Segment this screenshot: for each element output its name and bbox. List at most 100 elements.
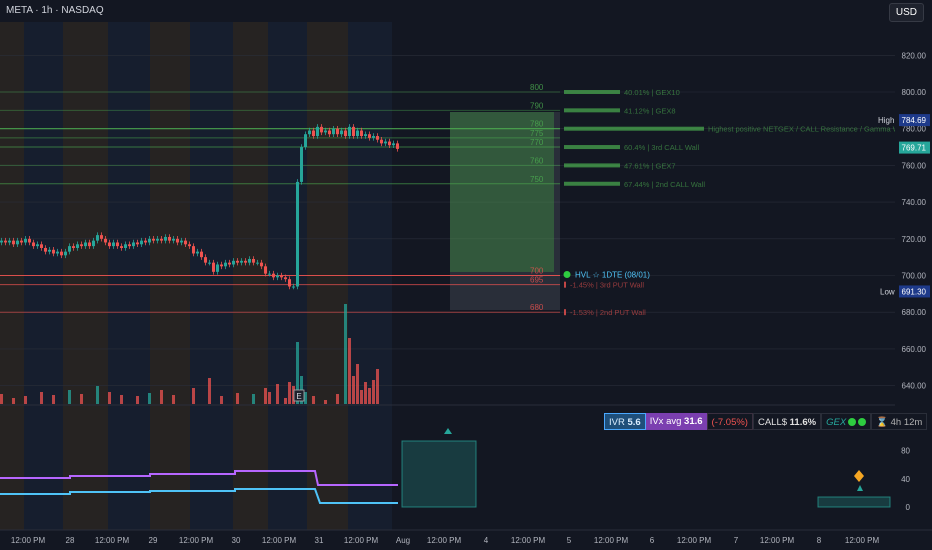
- time-tick: 30: [232, 536, 241, 545]
- time-tick: 12:00 PM: [677, 536, 712, 545]
- volume-bar: [344, 304, 347, 404]
- candle-down: [88, 242, 91, 247]
- candle-up: [132, 242, 135, 247]
- level-value: 775: [530, 129, 544, 138]
- time-tick: 29: [149, 536, 158, 545]
- level-value: 800: [530, 83, 544, 92]
- indicator-box: [401, 440, 477, 508]
- indicator-tick: 0: [906, 503, 911, 512]
- candle-up: [76, 244, 79, 248]
- earnings-marker[interactable]: E: [293, 389, 305, 402]
- candle-up: [180, 240, 183, 243]
- candle-down: [72, 246, 75, 248]
- candle-down: [320, 126, 323, 133]
- candle-down: [52, 249, 55, 254]
- candle-up: [384, 141, 387, 144]
- candle-down: [396, 143, 399, 149]
- gex-bar: [564, 309, 566, 316]
- candle-up: [164, 236, 167, 241]
- level-label: 41.12% | GEX8: [624, 106, 676, 115]
- candle-down: [152, 238, 155, 241]
- volume-bar: [236, 393, 239, 404]
- time-tick: 6: [650, 536, 655, 545]
- candle-down: [376, 136, 379, 140]
- level-value: 700: [530, 267, 544, 276]
- volume-bar: [120, 395, 123, 404]
- low-label: Low: [880, 287, 895, 296]
- candle-down: [360, 130, 363, 137]
- indicator-tick: 40: [901, 475, 910, 484]
- level-label: HVL ☆ 1DTE (08/01): [575, 271, 650, 280]
- level-value: 695: [530, 276, 544, 285]
- candle-down: [40, 244, 43, 248]
- candle-down: [44, 247, 47, 252]
- volume-bar: [364, 382, 367, 404]
- volume-bar: [208, 378, 211, 404]
- candle-up: [316, 126, 319, 137]
- candle-up: [0, 240, 3, 243]
- candle-down: [168, 236, 171, 241]
- low-price-value: 691.30: [902, 287, 927, 296]
- volume-bar: [0, 394, 3, 404]
- volume-bar: [136, 396, 139, 404]
- candle-down: [380, 139, 383, 144]
- level-label: 47.61% | GEX7: [624, 161, 676, 170]
- volume-bar: [360, 390, 363, 404]
- hvl-dot-icon: [563, 271, 571, 278]
- ivr-badge: IVR 5.6: [604, 413, 646, 430]
- candle-up: [112, 242, 115, 247]
- candle-down: [204, 257, 207, 263]
- currency-button[interactable]: USD: [888, 3, 924, 22]
- candle-down: [344, 130, 347, 137]
- candle-down: [312, 130, 315, 137]
- time-tick: 12:00 PM: [344, 536, 379, 545]
- time-tick: 7: [734, 536, 739, 545]
- green-dot-icon: [858, 418, 867, 426]
- candle-up: [276, 275, 279, 278]
- time-tick: 31: [315, 536, 324, 545]
- volume-bar: [276, 384, 279, 404]
- time-tick: 12:00 PM: [845, 536, 880, 545]
- volume-bar: [192, 388, 195, 404]
- green-dot-icon: [848, 418, 857, 426]
- call-badge: CALL$ 11.6%: [752, 413, 822, 430]
- price-tick: 640.00: [902, 382, 927, 391]
- candle-up: [296, 181, 299, 287]
- candle-down: [60, 251, 63, 256]
- candle-down: [128, 244, 131, 247]
- candle-down: [284, 277, 287, 280]
- volume-bar: [148, 393, 151, 404]
- svg-text:E: E: [296, 392, 301, 401]
- candle-up: [24, 238, 27, 243]
- volume-bar: [52, 395, 55, 404]
- price-chart[interactable]: 800790780775770760750700695680 E 40.01% …: [0, 0, 932, 550]
- candle-up: [196, 251, 199, 254]
- volume-bar: [312, 396, 315, 404]
- gex-bar: [564, 181, 620, 186]
- price-tick: 680.00: [902, 308, 927, 317]
- level-value: 770: [530, 138, 544, 147]
- volume-bar: [376, 369, 379, 404]
- candle-down: [212, 262, 215, 272]
- candle-down: [32, 242, 35, 247]
- time-tick: 28: [66, 536, 75, 545]
- candle-up: [172, 238, 175, 241]
- symbol-title[interactable]: META · 1h · NASDAQ: [6, 5, 104, 16]
- price-tick: 760.00: [902, 161, 927, 170]
- gex-bar: [564, 163, 620, 168]
- volume-bar: [40, 392, 43, 404]
- volume-bar: [108, 392, 111, 404]
- candle-down: [388, 141, 391, 146]
- candle-up: [392, 143, 395, 146]
- level-value: 790: [530, 101, 544, 110]
- candle-up: [8, 240, 11, 243]
- candle-up: [304, 134, 307, 148]
- candle-up: [256, 262, 259, 264]
- high-label: High: [878, 116, 894, 125]
- gex-bar: [564, 145, 620, 150]
- time-tick: 12:00 PM: [511, 536, 546, 545]
- volume-bar: [324, 400, 327, 404]
- volume-bar: [172, 395, 175, 404]
- gex-badge: GEX: [821, 413, 872, 430]
- gex-bar: [564, 126, 704, 131]
